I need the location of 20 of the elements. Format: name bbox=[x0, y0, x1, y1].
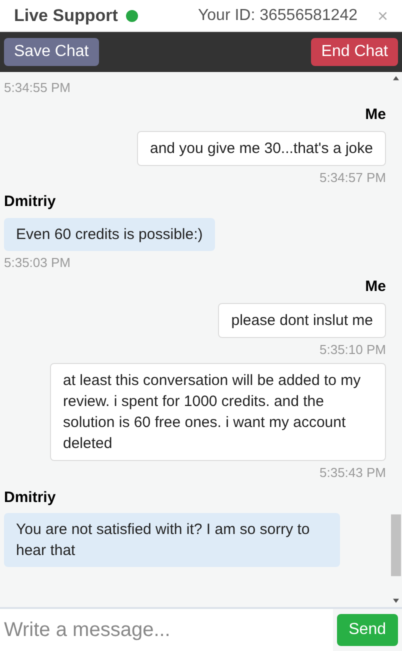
chat-title: Live Support bbox=[14, 4, 118, 27]
message-time: 5:35:10 PM bbox=[320, 340, 386, 358]
message-input[interactable]: Write a message... bbox=[0, 609, 333, 651]
message-time: 5:35:03 PM bbox=[4, 254, 70, 272]
end-chat-button[interactable]: End Chat bbox=[311, 38, 398, 66]
user-id: Your ID: 36556581242 bbox=[198, 6, 358, 26]
message-time: 5:34:57 PM bbox=[320, 168, 386, 186]
sender-name: Dmitriy bbox=[4, 192, 56, 212]
send-button[interactable]: Send bbox=[336, 614, 398, 646]
sender-name: Dmitriy bbox=[4, 488, 56, 508]
sender-name: Me bbox=[365, 277, 386, 297]
sender-name: Me bbox=[365, 105, 386, 125]
message-bubble: You are not satisfied with it? I am so sorry to hear that bbox=[4, 513, 340, 567]
message-time: 5:35:43 PM bbox=[320, 464, 386, 482]
message-bubble: at least this conversation will be added to my review. i spent for 1000 credits. and the solution is 60 free ones. i want my account deleted bbox=[50, 363, 386, 461]
save-chat-button[interactable]: Save Chat bbox=[4, 38, 99, 66]
message-bubble: please dont inslut me bbox=[218, 302, 386, 338]
message-bubble: Even 60 credits is possible:) bbox=[4, 218, 215, 250]
message-bubble: and you give me 30...that's a joke bbox=[136, 130, 386, 166]
message-time: 5:34:55 PM bbox=[4, 80, 70, 95]
